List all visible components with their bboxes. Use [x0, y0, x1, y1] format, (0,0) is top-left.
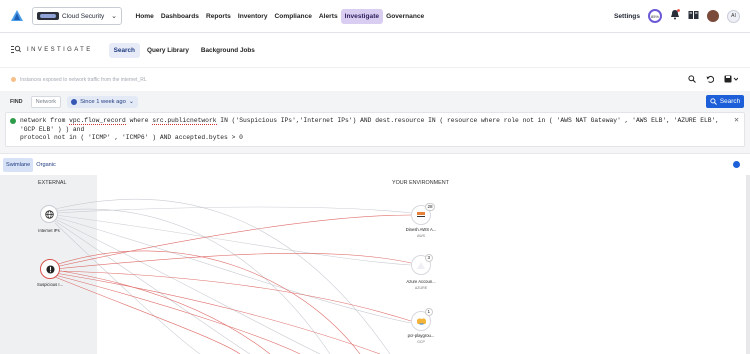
- product-selector[interactable]: Cloud Security ⌄: [32, 7, 122, 25]
- find-label: FIND: [10, 98, 23, 105]
- external-heading: EXTERNAL: [38, 180, 67, 186]
- find-row: FIND Network Since 1 week ago ⌄ Search: [0, 91, 750, 112]
- security-score-badge[interactable]: 85%: [648, 9, 662, 23]
- nav-dashboards[interactable]: Dashboards: [157, 9, 202, 24]
- search-button[interactable]: Search: [706, 95, 744, 108]
- close-icon[interactable]: ✕: [734, 116, 739, 126]
- tab-organic[interactable]: Organic: [33, 158, 59, 172]
- source-label: Suspicious I...: [36, 282, 64, 287]
- search-icon: [710, 98, 717, 105]
- search-tools: [688, 74, 739, 85]
- clock-icon: [71, 98, 78, 105]
- top-navigation-bar: Cloud Security ⌄ Home Dashboards Reports…: [0, 0, 750, 33]
- edge: [54, 220, 251, 354]
- edge: [54, 276, 241, 354]
- nav-compliance[interactable]: Compliance: [271, 9, 315, 24]
- source-node-suspicious[interactable]: [40, 259, 60, 279]
- network-graph[interactable]: EXTERNAL YOUR ENVIRONMENT Internet IPs S…: [0, 175, 750, 354]
- view-toggle-row: Swimlane Organic: [0, 153, 750, 175]
- query-valid-icon: [10, 118, 16, 124]
- nav-inventory[interactable]: Inventory: [234, 9, 271, 24]
- investigate-icon: [11, 45, 21, 55]
- alert-icon: [45, 264, 55, 274]
- target-label: Dinesh AWS A...: [405, 227, 437, 232]
- chevron-down-icon: ⌄: [128, 98, 134, 105]
- search-icon[interactable]: [688, 74, 696, 85]
- prisma-logo-icon[interactable]: [10, 9, 24, 23]
- query-line-1: network from vpc.flow_record where src.p…: [20, 117, 720, 133]
- avatar[interactable]: [707, 10, 719, 22]
- page-title: INVESTIGATE: [27, 47, 93, 53]
- book-icon[interactable]: [688, 7, 699, 25]
- query-line-2: protocol not in ( 'ICMP' , 'ICMP6' ) AND…: [20, 134, 243, 141]
- user-tools: Settings 85% AI: [614, 7, 740, 25]
- settings-link[interactable]: Settings: [614, 13, 640, 20]
- investigate-header: INVESTIGATE Search Query Library Backgro…: [0, 33, 750, 67]
- source-label: Internet IPs: [38, 228, 60, 233]
- count-badge: 3: [425, 254, 433, 262]
- save-icon[interactable]: [724, 75, 739, 85]
- info-icon[interactable]: [733, 161, 740, 168]
- edge: [54, 274, 301, 354]
- product-name: Cloud Security: [62, 12, 105, 20]
- aws-icon: [417, 212, 425, 217]
- source-node-internet[interactable]: [40, 205, 58, 223]
- edge: [54, 222, 201, 354]
- cloud-label: AZURE: [414, 286, 428, 290]
- main-nav: Home Dashboards Reports Inventory Compli…: [132, 8, 428, 24]
- cloud-label: GCP: [417, 340, 425, 344]
- time-range-picker[interactable]: Since 1 week ago ⌄: [67, 95, 138, 108]
- chevron-down-icon: ⌄: [111, 13, 117, 20]
- tab-query-library[interactable]: Query Library: [142, 43, 194, 58]
- network-type-selector[interactable]: Network: [30, 95, 62, 108]
- globe-icon: [44, 209, 54, 219]
- nav-reports[interactable]: Reports: [202, 9, 234, 24]
- target-label: pcr-playgrou...: [407, 333, 435, 338]
- search-button-label: Search: [719, 98, 741, 105]
- target-label: Azure Accoun...: [406, 279, 436, 284]
- cloud-label: AWS: [416, 234, 426, 238]
- time-range-label: Since 1 week ago: [80, 98, 126, 105]
- azure-icon: [417, 261, 425, 269]
- saved-search-row: Instances exposed to network traffic fro…: [0, 67, 750, 91]
- nav-alerts[interactable]: Alerts: [315, 9, 341, 24]
- gcp-icon: [416, 317, 426, 324]
- edge: [54, 218, 321, 354]
- saved-search-input[interactable]: Instances exposed to network traffic fro…: [20, 77, 147, 83]
- tab-swimlane[interactable]: Swimlane: [3, 157, 34, 172]
- cloud-logo-icon: [37, 12, 59, 20]
- count-badge: 1: [425, 308, 433, 316]
- edge: [54, 208, 331, 354]
- rql-query-editor[interactable]: network from vpc.flow_record where src.p…: [5, 112, 745, 147]
- nav-home[interactable]: Home: [132, 9, 157, 24]
- tab-search[interactable]: Search: [108, 42, 140, 58]
- graph-edges: [54, 198, 412, 354]
- tab-background-jobs[interactable]: Background Jobs: [196, 43, 260, 58]
- ai-assistant-button[interactable]: AI: [727, 9, 740, 23]
- canvas-scrollbar[interactable]: [746, 175, 750, 354]
- undo-icon[interactable]: [706, 75, 715, 85]
- nav-investigate[interactable]: Investigate: [341, 8, 383, 24]
- investigate-tabs: Search Query Library Background Jobs: [108, 42, 260, 58]
- edge: [54, 270, 412, 322]
- environment-heading: YOUR ENVIRONMENT: [392, 180, 449, 186]
- count-badge: 28: [425, 203, 436, 211]
- bell-icon[interactable]: [670, 7, 680, 25]
- saved-search-icon: [11, 77, 16, 82]
- nav-governance[interactable]: Governance: [383, 9, 428, 24]
